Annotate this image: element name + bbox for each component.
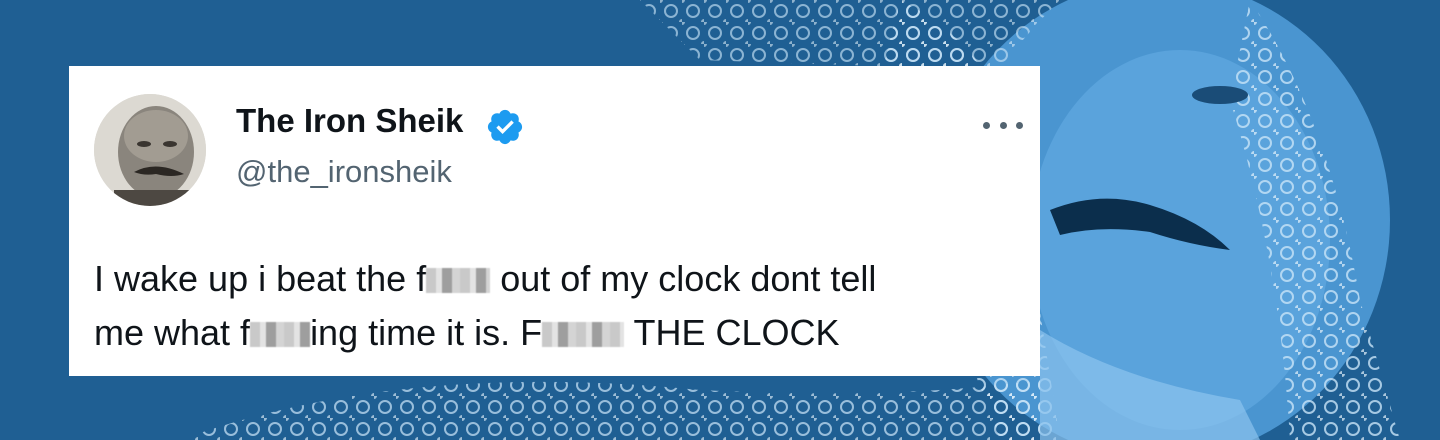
tweet-text-segment: THE CLOCK (633, 312, 840, 353)
tweet-text: I wake up i beat the f out of my clock d… (94, 252, 1024, 360)
tweet-card: The Iron Sheik @the_ironsheik I wake up … (69, 66, 1040, 376)
more-horizontal-icon (999, 121, 1007, 129)
avatar-portrait-image (94, 94, 206, 206)
more-horizontal-icon (983, 121, 990, 129)
more-horizontal-icon (1016, 121, 1023, 129)
tweet-text-segment: I wake up i beat the f (94, 258, 427, 299)
tweet-text-segment: ing time it is. F (310, 312, 543, 353)
display-name[interactable]: The Iron Sheik (236, 102, 463, 140)
tweet-text-segment: me what f (94, 312, 251, 353)
censor-blur (250, 322, 311, 347)
tweet-text-segment: out of my clock dont tell (500, 258, 877, 299)
more-options-button[interactable] (983, 116, 1023, 134)
censor-blur (426, 268, 491, 293)
verified-badge-icon (487, 109, 523, 145)
censor-blur (542, 322, 625, 347)
avatar[interactable] (94, 94, 206, 206)
user-handle[interactable]: @the_ironsheik (236, 154, 452, 190)
